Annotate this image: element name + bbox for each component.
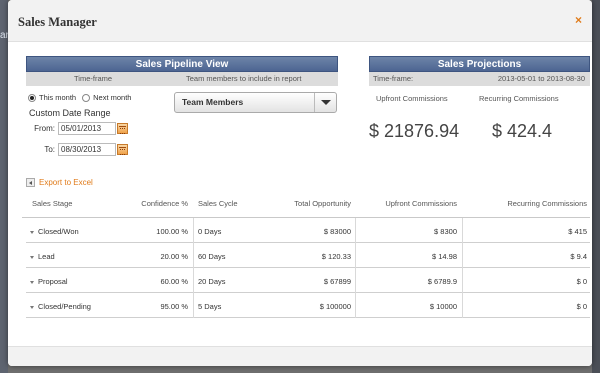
- table-row[interactable]: Closed/Pending 95.00 % 5 Days $ 100000 $…: [26, 293, 590, 318]
- row-confidence: 20.00 %: [160, 252, 188, 261]
- chevron-down-icon[interactable]: [30, 255, 34, 259]
- row-upfront: $ 8300: [434, 227, 457, 236]
- projections-panel-heading: Sales Projections: [369, 56, 590, 72]
- column-divider: [355, 243, 356, 268]
- timeframe-label: Time-frame: [74, 74, 113, 83]
- row-total: $ 67899: [323, 277, 351, 286]
- row-total: $ 120.33: [321, 252, 351, 261]
- dialog-title: Sales Manager: [18, 15, 97, 29]
- row-stage-label[interactable]: Proposal: [38, 277, 68, 286]
- chevron-down-icon[interactable]: [314, 93, 336, 112]
- row-cycle: 20 Days: [198, 277, 226, 286]
- column-divider: [462, 268, 463, 293]
- header-confidence: Confidence %: [141, 199, 188, 208]
- column-divider: [193, 268, 194, 293]
- radio-this-month-dot[interactable]: [28, 93, 36, 102]
- from-date-row: From: 05/01/2013: [28, 122, 128, 135]
- close-icon[interactable]: ×: [575, 13, 582, 27]
- upfront-commissions-amount: $ 21876.94: [369, 121, 460, 141]
- table-row[interactable]: Lead 20.00 % 60 Days $ 120.33 $ 14.98 $ …: [26, 243, 590, 268]
- backdrop-left: ar: [0, 0, 9, 373]
- team-members-select[interactable]: Team Members: [174, 92, 337, 113]
- team-members-label: Team members to include in report: [186, 74, 302, 83]
- row-stage-label[interactable]: Closed/Won: [38, 227, 79, 236]
- row-recurring: $ 0: [576, 277, 587, 286]
- row-total: $ 83000: [323, 227, 351, 236]
- upfront-commissions-label: Upfront Commissions: [376, 94, 448, 103]
- row-confidence: 60.00 %: [160, 277, 188, 286]
- radio-next-month-dot[interactable]: [82, 93, 91, 102]
- column-divider: [462, 243, 463, 268]
- row-cycle: 0 Days: [198, 227, 222, 236]
- column-divider: [355, 293, 356, 318]
- row-recurring: $ 0: [576, 302, 587, 311]
- header-total-opportunity: Total Opportunity: [294, 199, 351, 208]
- row-stage[interactable]: Closed/Pending: [30, 302, 91, 311]
- chevron-down-icon[interactable]: [30, 305, 34, 309]
- radio-this-month-label[interactable]: This month: [39, 93, 76, 102]
- column-divider: [193, 218, 194, 243]
- export-to-excel-link[interactable]: Export to Excel: [26, 178, 93, 187]
- dialog-header: Sales Manager ×: [8, 0, 592, 42]
- export-to-excel-label[interactable]: Export to Excel: [39, 178, 93, 187]
- to-label: To:: [44, 145, 55, 154]
- chevron-down-icon[interactable]: [30, 280, 34, 284]
- export-icon[interactable]: [26, 178, 35, 187]
- column-divider: [355, 218, 356, 243]
- backdrop-peek-text: ar: [0, 30, 9, 41]
- header-upfront-commissions: Upfront Commissions: [385, 199, 457, 208]
- row-stage-label[interactable]: Lead: [38, 252, 55, 261]
- calendar-icon[interactable]: [117, 123, 128, 134]
- row-upfront: $ 14.98: [431, 252, 457, 261]
- row-upfront: $ 6789.9: [427, 277, 457, 286]
- row-recurring: $ 415: [568, 227, 587, 236]
- row-stage-label[interactable]: Closed/Pending: [38, 302, 91, 311]
- row-stage[interactable]: Closed/Won: [30, 227, 79, 236]
- projection-range-value: 2013-05-01 to 2013-08-30: [497, 74, 585, 83]
- sales-manager-dialog: Sales Manager × Sales Pipeline View Time…: [8, 0, 592, 366]
- to-date-row: To: 08/30/2013: [28, 143, 128, 156]
- pipeline-subheader: Time-frame Team members to include in re…: [26, 72, 338, 86]
- radio-this-month[interactable]: This month: [28, 93, 76, 102]
- header-recurring-commissions: Recurring Commissions: [507, 199, 587, 208]
- row-stage[interactable]: Lead: [30, 252, 55, 261]
- dialog-footer: [8, 346, 592, 366]
- row-upfront: $ 10000: [429, 302, 457, 311]
- row-stage[interactable]: Proposal: [30, 277, 68, 286]
- radio-next-month-label[interactable]: Next month: [93, 93, 131, 102]
- row-recurring: $ 9.4: [570, 252, 587, 261]
- chevron-down-icon[interactable]: [30, 230, 34, 234]
- table-row[interactable]: Proposal 60.00 % 20 Days $ 67899 $ 6789.…: [26, 268, 590, 293]
- table-header: Sales Stage Confidence % Sales Cycle Tot…: [22, 199, 590, 213]
- header-sales-stage: Sales Stage: [32, 199, 73, 208]
- header-sales-cycle: Sales Cycle: [198, 199, 238, 208]
- radio-next-month[interactable]: Next month: [82, 93, 131, 102]
- recurring-commissions-amount: $ 424.4: [492, 121, 553, 141]
- row-total: $ 100000: [319, 302, 351, 311]
- column-divider: [355, 268, 356, 293]
- from-date-input[interactable]: 05/01/2013: [58, 122, 116, 135]
- recurring-commissions-label: Recurring Commissions: [479, 94, 559, 103]
- custom-date-range-label: Custom Date Range: [29, 108, 111, 118]
- backdrop-right: [592, 0, 600, 373]
- row-confidence: 95.00 %: [160, 302, 188, 311]
- projections-subheader: Time-frame: 2013-05-01 to 2013-08-30: [369, 72, 590, 86]
- to-date-input[interactable]: 08/30/2013: [58, 143, 116, 156]
- row-cycle: 5 Days: [198, 302, 222, 311]
- pipeline-panel-heading: Sales Pipeline View: [26, 56, 338, 72]
- column-divider: [193, 293, 194, 318]
- table-row[interactable]: Closed/Won 100.00 % 0 Days $ 83000 $ 830…: [26, 218, 590, 243]
- calendar-icon[interactable]: [117, 144, 128, 155]
- team-members-select-value[interactable]: Team Members: [182, 97, 243, 107]
- column-divider: [462, 293, 463, 318]
- timeframe-radio-group: This month Next month: [28, 93, 137, 102]
- row-confidence: 100.00 %: [156, 227, 188, 236]
- from-label: From:: [34, 124, 55, 133]
- column-divider: [193, 243, 194, 268]
- projection-timeframe-label: Time-frame:: [373, 74, 414, 83]
- row-cycle: 60 Days: [198, 252, 226, 261]
- column-divider: [462, 218, 463, 243]
